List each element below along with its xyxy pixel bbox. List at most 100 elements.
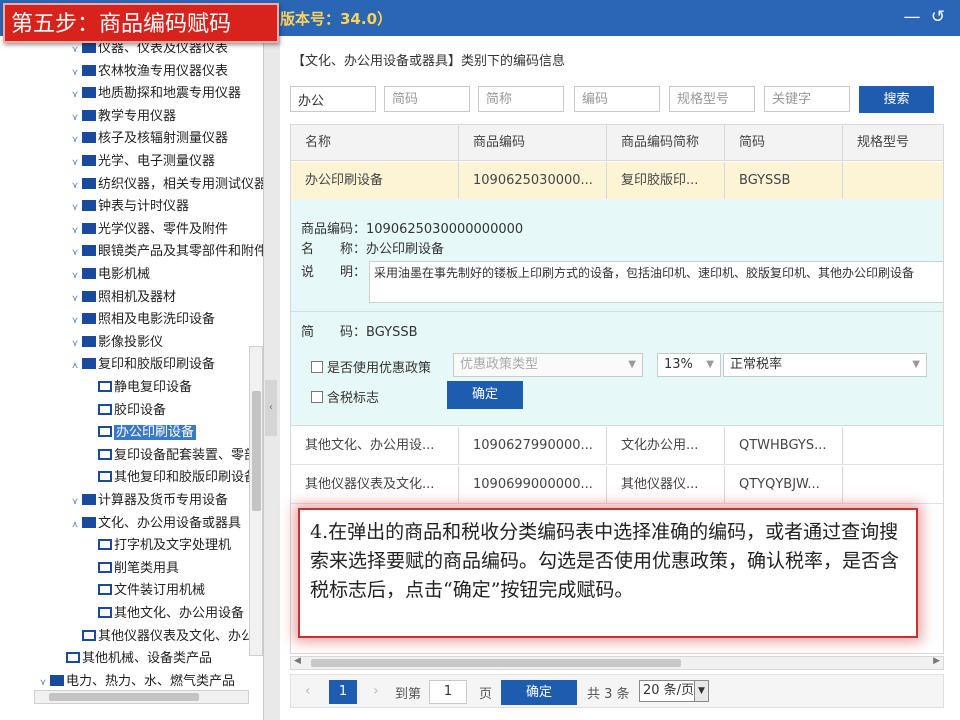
category-title: 【文化、办公用设备或器具】类别下的编码信息: [292, 54, 566, 69]
tree-item[interactable]: ⋎ 影像投影仪: [68, 332, 163, 354]
tree-item[interactable]: ⋎ 光学、电子测量仪器: [68, 151, 215, 173]
collapse-icon[interactable]: ⋏: [68, 514, 82, 536]
leaf-node-icon: [98, 381, 112, 392]
spec-filter-input[interactable]: [669, 86, 755, 112]
tree-item[interactable]: 其他文化、办公用设备: [84, 603, 244, 625]
detail-description: 采用油墨在事先制好的镂板上印刷方式的设备，包括油印机、速印机、胶版复印机、其他办…: [369, 261, 943, 303]
folder-icon: [82, 268, 96, 279]
tax-rate-select[interactable]: 13% ▼: [657, 353, 721, 377]
jiancheng-filter-input[interactable]: [478, 86, 564, 112]
tree-item[interactable]: 文件装订用机械: [84, 580, 205, 602]
code-filter-input[interactable]: [574, 86, 660, 112]
next-page-icon[interactable]: ›: [373, 683, 379, 699]
keyword-filter-input[interactable]: [764, 86, 850, 112]
back-icon[interactable]: ↺: [926, 5, 950, 29]
expand-icon[interactable]: ⋎: [68, 491, 82, 513]
table-row[interactable]: 其他仪器仪表及文化... 1090699000000... 其他仪器仪... Q…: [291, 466, 943, 504]
tree-item[interactable]: 打字机及文字处理机: [84, 535, 231, 557]
tree-item[interactable]: ⋎ 钟表与计时仪器: [68, 196, 189, 218]
column-header[interactable]: 商品编码: [459, 125, 607, 160]
tree-vertical-scrollbar[interactable]: [249, 346, 263, 656]
tax-type-select[interactable]: 正常税率 ▼: [723, 353, 927, 377]
expand-icon[interactable]: ⋎: [68, 242, 82, 264]
collapse-icon[interactable]: ⋏: [68, 355, 82, 377]
tree-item-label: 静电复印设备: [114, 380, 193, 395]
pagination: ‹ 1 › 到第 1 页 确定 共 3 条 20 条/页 ▼: [290, 674, 944, 708]
collapse-panel-handle[interactable]: ‹: [265, 380, 277, 436]
tree-item[interactable]: ⋎ 眼镜类产品及其零部件和附件: [68, 241, 263, 264]
tree-item[interactable]: ⋎ 纺织仪器，相关专用测试仪器: [68, 174, 263, 197]
table-row[interactable]: 办公印刷设备 1090625030000... 复印胶版印... BGYSSB: [291, 162, 943, 200]
column-header[interactable]: 商品编码简称: [607, 125, 725, 160]
column-header[interactable]: 名称: [291, 125, 459, 160]
current-page-button[interactable]: 1: [329, 680, 357, 704]
expand-icon[interactable]: ⋎: [68, 197, 82, 219]
tree-item-label: 其他文化、办公用设备: [114, 606, 245, 621]
scroll-thumb[interactable]: [311, 659, 681, 667]
tree-item-label: 文化、办公用设备或器具: [98, 515, 242, 531]
tree-item[interactable]: 办公印刷设备: [84, 422, 197, 444]
expand-icon[interactable]: ⋎: [68, 152, 82, 174]
tree-item-label: 复印设备配套装置、零部件: [114, 447, 264, 463]
prev-page-icon[interactable]: ‹: [305, 683, 311, 699]
expand-icon[interactable]: ⋎: [68, 333, 82, 355]
detail-desc-label: 说 明：: [301, 265, 367, 280]
table-row[interactable]: 其他文化、办公用设... 1090627990000... 文化办公用... Q…: [291, 427, 943, 465]
table-horizontal-scrollbar[interactable]: ◀ ▶: [290, 656, 944, 670]
scroll-thumb[interactable]: [49, 693, 199, 701]
folder-icon: [82, 313, 96, 325]
expand-icon[interactable]: ⋎: [68, 265, 82, 287]
folder-icon: [82, 516, 96, 528]
tree-item[interactable]: ⋎ 电影机械: [68, 264, 150, 286]
column-header[interactable]: 简码: [725, 125, 843, 160]
name-filter-input[interactable]: [290, 86, 376, 112]
folder-icon: [82, 177, 96, 189]
column-header[interactable]: 规格型号: [843, 125, 943, 160]
tax-included-checkbox[interactable]: 含税标志: [311, 387, 379, 406]
tree-item[interactable]: 其他仪器仪表及文化、办公用机械: [68, 626, 263, 648]
tree-item[interactable]: 其他复印和胶版印刷设备: [84, 467, 257, 489]
chevron-down-icon: ▼: [628, 359, 636, 370]
tree-item[interactable]: 静电复印设备: [84, 377, 192, 399]
cell-name: 办公印刷设备: [291, 162, 459, 199]
tree-item[interactable]: ⋎ 核子及核辐射测量仪器: [68, 128, 228, 150]
tree-item[interactable]: 胶印设备: [84, 400, 166, 422]
goto-confirm-button[interactable]: 确定: [501, 680, 577, 705]
jianma-filter-input[interactable]: [384, 86, 470, 112]
expand-icon[interactable]: ⋎: [68, 129, 82, 151]
tree-item[interactable]: 复印设备配套装置、零部件: [84, 445, 264, 467]
tree-item[interactable]: ⋏ 复印和胶版印刷设备: [68, 354, 215, 376]
tree-item-label: 光学、电子测量仪器: [98, 154, 216, 169]
chevron-down-icon: ▼: [694, 681, 708, 701]
preferential-policy-checkbox[interactable]: 是否使用优惠政策: [311, 357, 431, 376]
tree-horizontal-scrollbar[interactable]: [34, 690, 249, 704]
tree-item[interactable]: ⋏ 文化、办公用设备或器具: [68, 513, 241, 535]
expand-icon[interactable]: ⋎: [68, 107, 82, 129]
tree-item-label: 削笔类用具: [114, 560, 180, 576]
expand-icon[interactable]: ⋎: [68, 175, 82, 197]
expand-icon[interactable]: ⋎: [68, 84, 82, 106]
tree-item[interactable]: 其他机械、设备类产品: [52, 648, 212, 670]
expand-icon[interactable]: ⋎: [68, 62, 82, 84]
cell-code: 1090625030000...: [459, 162, 607, 199]
search-button[interactable]: 搜索: [859, 86, 934, 113]
tree-item[interactable]: ⋎ 教学专用仪器: [68, 106, 176, 128]
tree-item[interactable]: ⋎ 照相机及器材: [68, 287, 176, 309]
detail-confirm-button[interactable]: 确定: [447, 381, 523, 409]
tree-item[interactable]: ⋎ 光学仪器、零件及附件: [68, 219, 228, 241]
expand-icon[interactable]: ⋎: [68, 310, 82, 332]
cell-spec: [843, 162, 943, 199]
tree-item[interactable]: 削笔类用具: [84, 558, 179, 580]
tree-item[interactable]: ⋎ 照相及电影洗印设备: [68, 309, 215, 331]
folder-icon: [50, 674, 64, 686]
tree-item[interactable]: ⋎ 农林牧渔专用仪器仪表: [68, 61, 228, 83]
goto-page-input[interactable]: 1: [429, 680, 467, 704]
page-size-select[interactable]: 20 条/页 ▼: [639, 680, 709, 702]
tree-item[interactable]: ⋎ 地质勘探和地震专用仪器: [68, 83, 241, 105]
leaf-node-icon: [98, 607, 112, 618]
minimize-icon[interactable]: —: [900, 5, 924, 29]
expand-icon[interactable]: ⋎: [68, 288, 82, 310]
scroll-thumb[interactable]: [252, 391, 261, 511]
tree-item[interactable]: ⋎ 计算器及货币专用设备: [68, 490, 228, 512]
expand-icon[interactable]: ⋎: [68, 220, 82, 242]
